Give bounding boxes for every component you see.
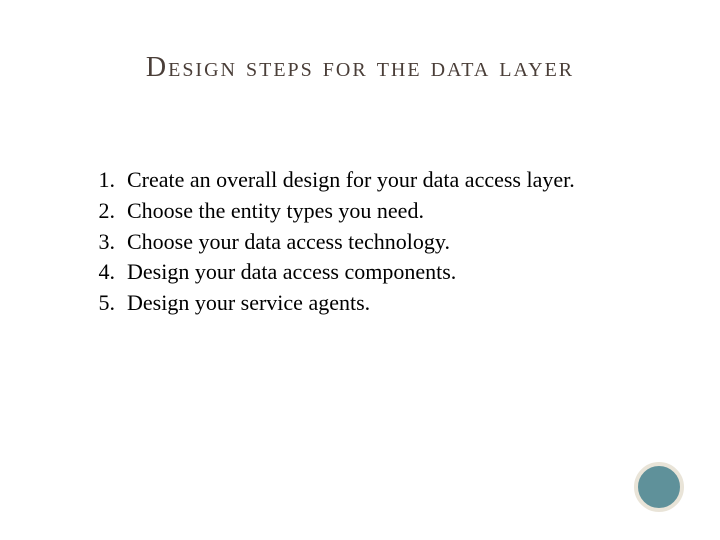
list-item: Choose the entity types you need. <box>85 196 660 227</box>
slide-content: Create an overall design for your data a… <box>85 165 660 319</box>
list-item: Design your data access components. <box>85 257 660 288</box>
list-item: Create an overall design for your data a… <box>85 165 660 196</box>
steps-list: Create an overall design for your data a… <box>85 165 660 319</box>
list-item: Design your service agents. <box>85 288 660 319</box>
list-item: Choose your data access technology. <box>85 227 660 258</box>
decorative-circle-icon <box>634 462 684 512</box>
slide-title: Design steps for the data layer <box>0 52 720 84</box>
slide: Design steps for the data layer Create a… <box>0 0 720 540</box>
